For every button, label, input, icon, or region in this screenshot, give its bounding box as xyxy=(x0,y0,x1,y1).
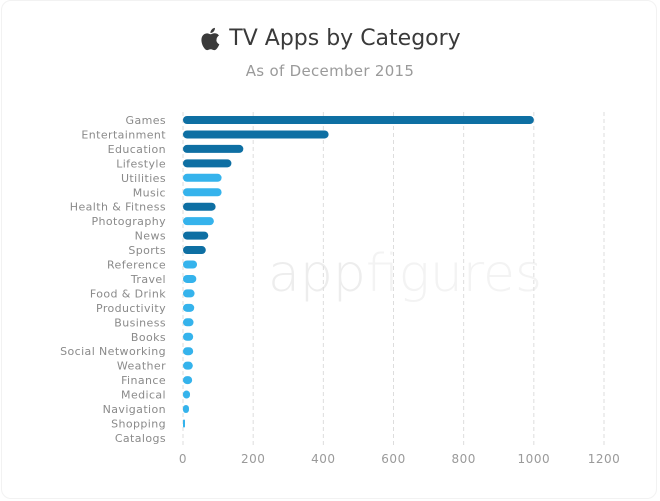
bar-travel xyxy=(183,274,197,283)
category-label: Games xyxy=(126,114,166,127)
category-label: Lifestyle xyxy=(116,157,166,170)
x-axis-ticks: 0 200 400 600 800 1000 1200 xyxy=(179,452,620,466)
category-label: Music xyxy=(133,186,166,199)
x-tick-label: 800 xyxy=(451,452,475,466)
category-label: Health & Fitness xyxy=(70,201,166,214)
watermark: appfigures xyxy=(268,244,542,304)
bar-social-networking xyxy=(183,347,194,356)
x-tick-label: 1200 xyxy=(588,452,621,466)
bar-books xyxy=(183,332,194,341)
bar-weather xyxy=(183,361,193,370)
category-label: Shopping xyxy=(111,417,166,430)
category-label: Medical xyxy=(121,389,166,402)
category-labels: GamesEntertainment EducationLifestyle Util… xyxy=(60,114,166,445)
category-label: Entertainment xyxy=(81,128,166,141)
bar-finance xyxy=(183,376,193,385)
bar-reference xyxy=(183,260,198,269)
watermark-text: appfigures xyxy=(268,244,542,304)
category-label: Social Networking xyxy=(60,345,166,358)
category-label: Education xyxy=(108,143,166,156)
watermark-light: figures xyxy=(366,244,542,304)
x-tick-label: 1000 xyxy=(518,452,551,466)
category-label: Photography xyxy=(92,215,167,228)
watermark-bold: app xyxy=(268,244,366,304)
bar-productivity xyxy=(183,303,195,312)
bar-education xyxy=(183,144,244,153)
category-label: Catalogs xyxy=(115,432,166,445)
bar-utilities xyxy=(183,173,222,182)
bar-sports xyxy=(183,246,206,255)
category-label: Reference xyxy=(107,259,166,272)
category-label: Utilities xyxy=(121,172,166,185)
bar-chart: appfigures GamesEntertainment EducationLi… xyxy=(60,112,620,466)
bar-food-drink xyxy=(183,289,195,298)
bar-shopping xyxy=(183,419,185,428)
category-label: Travel xyxy=(130,273,166,286)
category-label: Productivity xyxy=(96,302,166,315)
category-label: Food & Drink xyxy=(90,287,166,300)
category-label: Business xyxy=(114,316,166,329)
bar-music xyxy=(183,188,222,197)
category-label: Weather xyxy=(117,360,166,373)
category-label: Navigation xyxy=(103,403,166,416)
bar-entertainment xyxy=(183,130,329,139)
category-label: Finance xyxy=(121,374,166,387)
bar-lifestyle xyxy=(183,159,232,168)
bar-games xyxy=(183,116,534,124)
x-tick-label: 200 xyxy=(241,452,265,466)
category-label: News xyxy=(135,230,166,243)
category-label: Sports xyxy=(128,244,166,257)
bar-news xyxy=(183,231,209,240)
bar-medical xyxy=(183,390,191,399)
bar-business xyxy=(183,318,194,327)
bar-health-fitness xyxy=(183,202,216,211)
x-tick-label: 0 xyxy=(179,452,187,466)
bar-navigation xyxy=(183,405,189,413)
x-tick-label: 600 xyxy=(381,452,405,466)
bar-photography xyxy=(183,217,214,226)
x-tick-label: 400 xyxy=(311,452,335,466)
category-label: Books xyxy=(131,331,166,344)
